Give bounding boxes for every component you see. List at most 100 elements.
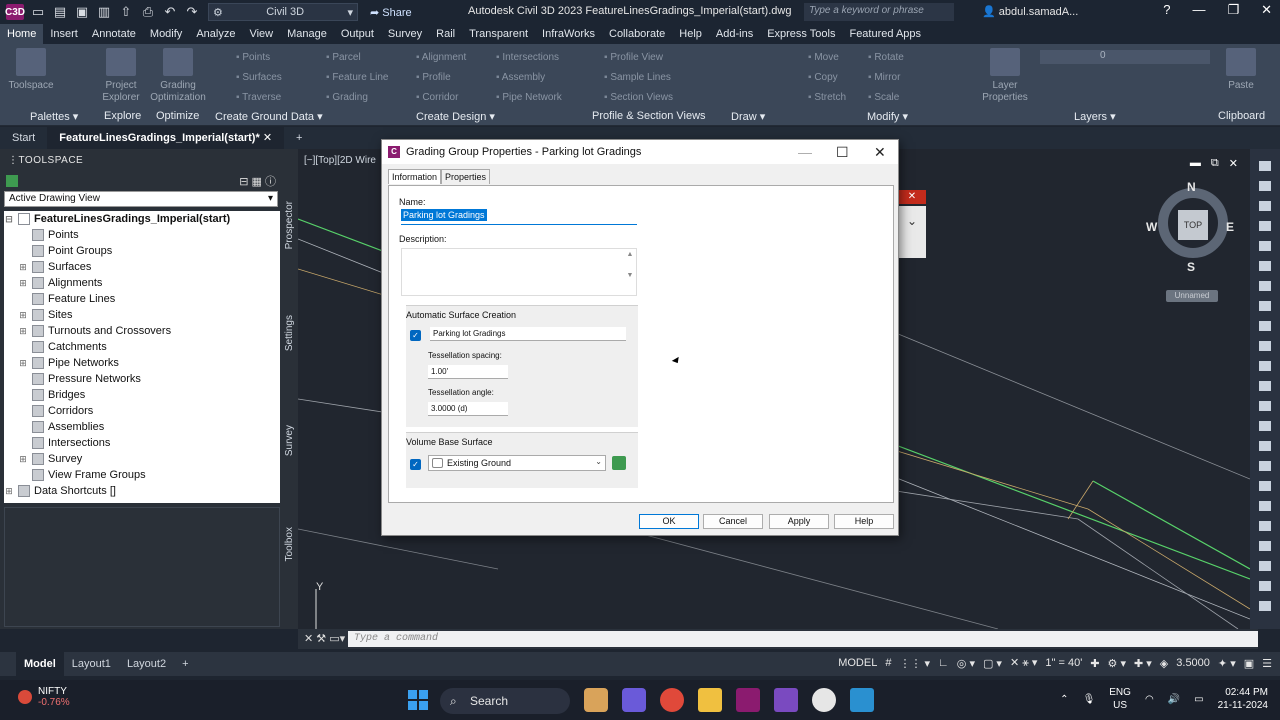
- sample-lines-button[interactable]: Sample Lines: [604, 72, 671, 83]
- windows-start-icon[interactable]: [408, 690, 428, 710]
- media-player-icon[interactable]: [812, 688, 836, 712]
- section-views-button[interactable]: Section Views: [604, 92, 673, 103]
- parcel-button[interactable]: Parcel: [326, 52, 360, 63]
- compass-east[interactable]: E: [1226, 220, 1234, 234]
- stretch-button[interactable]: Stretch: [808, 92, 846, 103]
- minimize-icon[interactable]: —: [1192, 2, 1205, 18]
- new-icon[interactable]: ▭: [30, 4, 46, 20]
- open-icon[interactable]: ▤: [52, 4, 68, 20]
- ribbon-tab-add-ins[interactable]: Add-ins: [709, 24, 760, 44]
- stock-widget[interactable]: NIFTY -0.76%: [18, 686, 70, 708]
- ribbon-tab-help[interactable]: Help: [672, 24, 709, 44]
- upload-icon[interactable]: ⇧: [118, 4, 134, 20]
- civil3d-app-icon[interactable]: [736, 688, 760, 712]
- tray-overflow-icon[interactable]: ⌃: [1060, 694, 1068, 705]
- volume-icon[interactable]: 🔊: [1168, 694, 1180, 705]
- expand-icon[interactable]: ⊞: [18, 275, 28, 291]
- compass-south[interactable]: S: [1187, 260, 1195, 274]
- tree-item-pipe-networks[interactable]: ⊞ Pipe Networks: [4, 355, 280, 371]
- copilot-app-icon[interactable]: [622, 688, 646, 712]
- view-select[interactable]: Active Drawing View ▾: [4, 191, 278, 207]
- view-cube-top-face[interactable]: TOP: [1178, 210, 1208, 240]
- traverse-button[interactable]: Traverse: [236, 92, 281, 103]
- model-space-toggle[interactable]: MODEL: [838, 657, 877, 669]
- auto-surface-checkbox[interactable]: ✓: [410, 330, 421, 341]
- tree-item-feature-lines[interactable]: Feature Lines: [4, 291, 280, 307]
- tree-item-turnouts-and-crossovers[interactable]: ⊞ Turnouts and Crossovers: [4, 323, 280, 339]
- ribbon-tab-output[interactable]: Output: [334, 24, 381, 44]
- grading-button[interactable]: Grading: [326, 92, 368, 103]
- view-cube[interactable]: TOP N S E W: [1146, 180, 1236, 274]
- tab-model[interactable]: Model: [16, 652, 64, 676]
- plus-icon[interactable]: ✚ ▾: [1134, 657, 1152, 670]
- layer-properties-button[interactable]: Layer Properties: [980, 48, 1030, 104]
- panel-title-draw[interactable]: Draw ▾: [731, 110, 765, 123]
- expand-icon[interactable]: ⊞: [4, 483, 14, 499]
- expand-icon[interactable]: ⊞: [18, 355, 28, 371]
- compass-north[interactable]: N: [1187, 180, 1196, 194]
- command-input[interactable]: Type a command: [348, 631, 1258, 647]
- auto-surface-name-input[interactable]: Parking lot Gradings: [430, 327, 626, 341]
- tab-drawing[interactable]: FeatureLinesGradings_Imperial(start)* ✕: [47, 127, 285, 149]
- rotate-button[interactable]: Rotate: [868, 52, 903, 63]
- plus-icon[interactable]: ✚: [1090, 657, 1099, 670]
- save-icon[interactable]: ▣: [74, 4, 90, 20]
- save-as-icon[interactable]: ▥: [96, 4, 112, 20]
- tree-item-intersections[interactable]: Intersections: [4, 435, 280, 451]
- panel-title-create-ground-data[interactable]: Create Ground Data ▾: [215, 110, 323, 123]
- ribbon-tab-modify[interactable]: Modify: [143, 24, 189, 44]
- tab-toolbox[interactable]: Toolbox: [284, 527, 298, 561]
- tree-root[interactable]: ⊟ FeatureLinesGradings_Imperial(start): [4, 211, 280, 227]
- app-logo[interactable]: C3D: [5, 4, 25, 20]
- microphone-icon[interactable]: 🎙: [1083, 694, 1096, 705]
- redo-icon[interactable]: ↷: [184, 4, 200, 20]
- grading-optimization-button[interactable]: Grading Optimization: [148, 48, 208, 104]
- palette-close-button[interactable]: ✕: [898, 190, 926, 204]
- ribbon-tab-collaborate[interactable]: Collaborate: [602, 24, 672, 44]
- panel-title-palettes[interactable]: Palettes ▾: [30, 110, 78, 123]
- description-scrollbar[interactable]: ▲ ▼: [625, 251, 635, 295]
- tab-settings[interactable]: Settings: [284, 315, 298, 351]
- close-icon[interactable]: ✕: [874, 144, 886, 161]
- app-icon[interactable]: [850, 688, 874, 712]
- snap-icon[interactable]: ⋮⋮ ▾: [899, 657, 930, 670]
- tab-survey[interactable]: Survey: [284, 425, 298, 456]
- viewport-controls[interactable]: [−][Top][2D Wire: [304, 155, 376, 166]
- scale-button[interactable]: Scale: [868, 92, 899, 103]
- language-indicator[interactable]: ENG US: [1109, 686, 1131, 712]
- expand-icon[interactable]: ⊞: [18, 259, 28, 275]
- tree-item-alignments[interactable]: ⊞ Alignments: [4, 275, 280, 291]
- tree-item-points[interactable]: Points: [4, 227, 280, 243]
- pipe-network-button[interactable]: Pipe Network: [496, 92, 561, 103]
- ribbon-tab-rail[interactable]: Rail: [429, 24, 462, 44]
- ribbon-tab-analyze[interactable]: Analyze: [189, 24, 242, 44]
- toolspace-button[interactable]: Toolspace: [6, 48, 56, 92]
- tree-item-pressure-networks[interactable]: Pressure Networks: [4, 371, 280, 387]
- tree-item-view-frame-groups[interactable]: View Frame Groups: [4, 467, 280, 483]
- ribbon-tab-transparent[interactable]: Transparent: [462, 24, 535, 44]
- ribbon-tab-survey[interactable]: Survey: [381, 24, 429, 44]
- command-line-icons[interactable]: ✕ ⚒ ▭▾: [304, 632, 345, 645]
- copy-button[interactable]: Copy: [808, 72, 837, 83]
- ribbon-tab-express-tools[interactable]: Express Tools: [760, 24, 842, 44]
- cancel-button[interactable]: Cancel: [703, 514, 763, 529]
- battery-icon[interactable]: ▭: [1194, 694, 1203, 705]
- expand-icon[interactable]: ⊞: [18, 307, 28, 323]
- ribbon-tab-manage[interactable]: Manage: [280, 24, 334, 44]
- points-button[interactable]: Points: [236, 52, 270, 63]
- user-account[interactable]: 👤 abdul.samadA...: [982, 5, 1078, 18]
- corridor-button[interactable]: Corridor: [416, 92, 458, 103]
- expand-icon[interactable]: ⊞: [18, 323, 28, 339]
- collapse-icon[interactable]: ⊟: [4, 211, 14, 227]
- clipchamp-app-icon[interactable]: [774, 688, 798, 712]
- ribbon-tab-home[interactable]: Home: [0, 24, 44, 44]
- alignment-button[interactable]: Alignment: [416, 52, 466, 63]
- tree-item-catchments[interactable]: Catchments: [4, 339, 280, 355]
- minimize-icon[interactable]: —: [798, 144, 812, 160]
- intersections-button[interactable]: Intersections: [496, 52, 559, 63]
- move-button[interactable]: Move: [808, 52, 838, 63]
- tab-properties[interactable]: Properties: [441, 169, 491, 184]
- close-viewport-icon[interactable]: ✕: [1229, 157, 1238, 170]
- project-explorer-button[interactable]: Project Explorer: [96, 48, 146, 104]
- ortho-icon[interactable]: ∟: [938, 657, 949, 669]
